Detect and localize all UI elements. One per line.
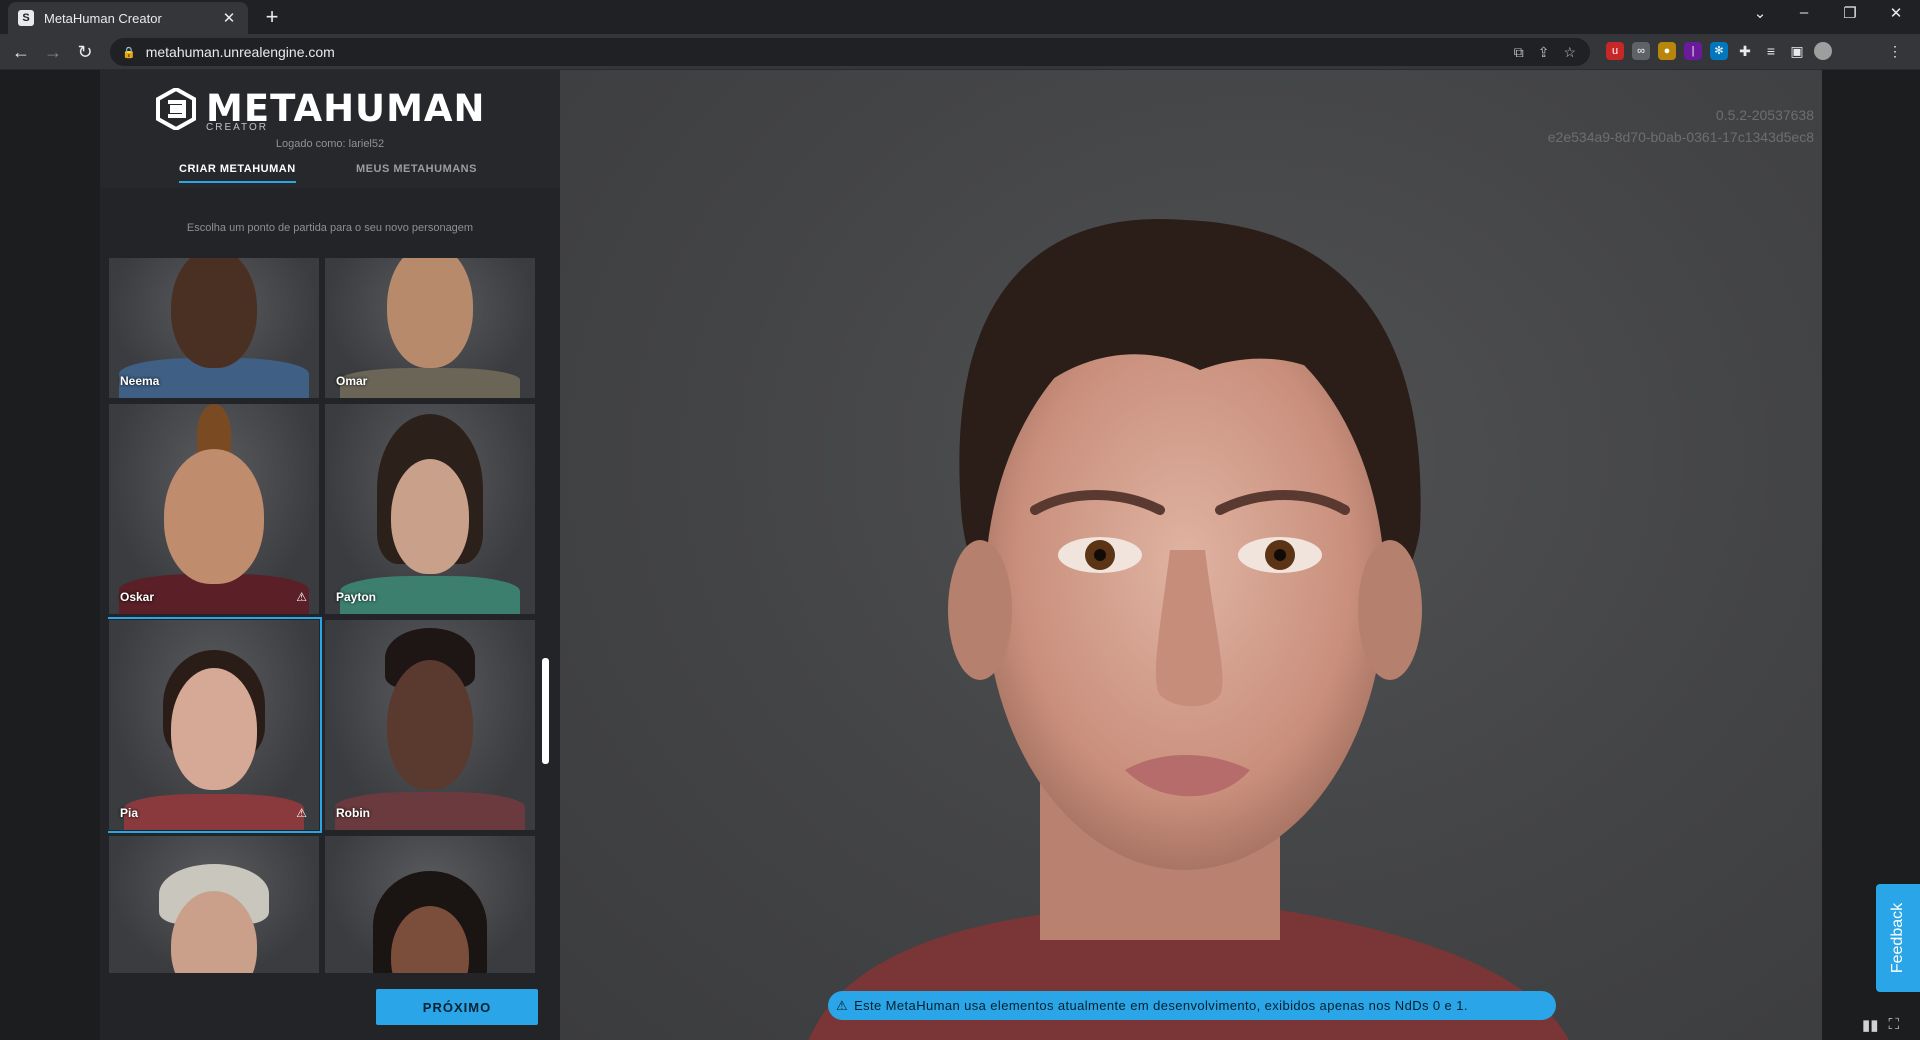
browser-tab-strip: S MetaHuman Creator ✕ + ⌄ – ❐ ✕	[0, 0, 1920, 34]
restore-button[interactable]: ❐	[1830, 4, 1870, 22]
feedback-label: Feedback	[1889, 902, 1906, 974]
preset-name: Neema	[120, 374, 160, 388]
bookmark-star-icon[interactable]: ☆	[1563, 44, 1576, 61]
preset-name: Omar	[336, 374, 368, 388]
share-icon[interactable]: ⇪	[1538, 44, 1550, 61]
preset-card-payton[interactable]: Payton	[325, 404, 535, 614]
install-app-icon[interactable]: ⧉	[1514, 44, 1524, 61]
preset-grid: Neema Omar Oskar ⚠ Payton Pia ⚠ Robin	[108, 258, 536, 973]
metahuman-viewport[interactable]: 0.5.2-20537638 e2e534a9-8d70-b0ab-0361-1…	[560, 70, 1822, 1040]
tab-meus-metahumans[interactable]: MEUS METAHUMANS	[356, 163, 477, 181]
preset-name: Oskar	[120, 590, 155, 604]
back-arrow-icon[interactable]: ←	[8, 39, 34, 65]
feedback-button[interactable]: Feedback	[1876, 884, 1920, 992]
tab-title: MetaHuman Creator	[44, 10, 162, 26]
page-content: METAHUMAN CREATOR Logado como: lariel52 …	[0, 70, 1920, 1040]
close-window-button[interactable]: ✕	[1876, 4, 1916, 22]
close-tab-icon[interactable]: ✕	[220, 9, 238, 27]
preset-hint: Escolha um ponto de partida para o seu n…	[186, 222, 474, 234]
warning-icon: ⚠	[836, 997, 849, 1013]
browser-toolbar: ← → ↻ 🔒 metahuman.unrealengine.com ⧉ ⇪ ☆…	[0, 34, 1920, 70]
stats-icon[interactable]: ▮▮	[1862, 1016, 1879, 1034]
extension-react-icon[interactable]: ✻	[1710, 42, 1728, 60]
fullscreen-icon[interactable]: ⛶	[1889, 1016, 1900, 1034]
development-warning-banner: ⚠ Este MetaHuman usa elementos atualment…	[828, 991, 1556, 1020]
preset-card-oskar[interactable]: Oskar ⚠	[109, 404, 319, 614]
preset-name: Robin	[336, 806, 370, 820]
warning-icon: ⚠	[296, 806, 307, 820]
media-queue-icon[interactable]: ≡	[1762, 42, 1780, 60]
preset-card-robin[interactable]: Robin	[325, 620, 535, 830]
browser-tab[interactable]: S MetaHuman Creator ✕	[8, 2, 248, 34]
preset-card-neema[interactable]: Neema	[109, 258, 319, 398]
preset-card-7[interactable]	[109, 836, 319, 973]
extensions-puzzle-icon[interactable]: ✚	[1736, 42, 1754, 60]
extension-cookie-icon[interactable]: ●	[1658, 42, 1676, 60]
panel-tabs: CRIAR METAHUMAN MEUS METAHUMANS	[100, 163, 560, 188]
logged-in-label: Logado como: lariel52	[275, 138, 385, 150]
lock-icon: 🔒	[122, 46, 136, 59]
panel-header: METAHUMAN CREATOR Logado como: lariel52 …	[100, 70, 560, 188]
preset-scrollbar[interactable]	[542, 658, 549, 764]
extension-glasses-icon[interactable]: ∞	[1632, 42, 1650, 60]
extension-library-icon[interactable]: |	[1684, 42, 1702, 60]
metahuman-logo-icon	[156, 86, 196, 132]
preset-card-8[interactable]	[325, 836, 535, 973]
logo-subtitle: CREATOR	[206, 122, 268, 133]
preset-name: Payton	[336, 590, 377, 604]
preset-card-omar[interactable]: Omar	[325, 258, 535, 398]
next-button[interactable]: PRÓXIMO	[376, 989, 538, 1025]
metahuman-render	[808, 218, 1569, 1040]
warning-icon: ⚠	[296, 590, 307, 604]
url-text: metahuman.unrealengine.com	[145, 44, 335, 60]
tab-search-icon[interactable]: ⌄	[1740, 4, 1780, 22]
forward-arrow-icon[interactable]: →	[40, 39, 66, 65]
left-gutter	[0, 70, 100, 1040]
minimize-button[interactable]: –	[1784, 4, 1824, 21]
preset-card-pia[interactable]: Pia ⚠	[108, 617, 322, 833]
preset-name: Pia	[120, 806, 139, 820]
profile-avatar[interactable]	[1814, 42, 1832, 60]
browser-menu-icon[interactable]: ⋮	[1886, 42, 1904, 60]
reload-icon[interactable]: ↻	[72, 39, 98, 65]
side-panel-icon[interactable]: ▣	[1788, 42, 1806, 60]
banner-text: Este MetaHuman usa elementos atualmente …	[854, 998, 1468, 1013]
new-tab-button[interactable]: +	[260, 6, 284, 30]
tab-criar-metahuman[interactable]: CRIAR METAHUMAN	[179, 163, 296, 183]
preset-panel: METAHUMAN CREATOR Logado como: lariel52 …	[100, 70, 560, 1040]
viewport-corner-controls: ▮▮ ⛶	[1862, 1016, 1899, 1034]
metahuman-logo-icon: S	[18, 10, 34, 26]
ublock-extension-icon[interactable]: u	[1606, 42, 1624, 60]
address-bar[interactable]: 🔒 metahuman.unrealengine.com ⧉ ⇪ ☆	[110, 38, 1590, 66]
